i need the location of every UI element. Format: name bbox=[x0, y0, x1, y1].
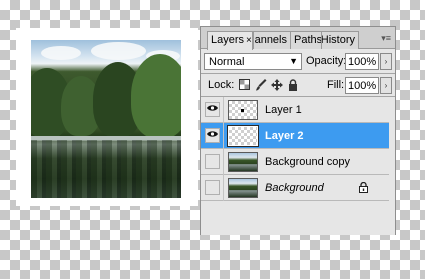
tab-paths-label: Paths bbox=[294, 34, 322, 46]
canvas-white-layer bbox=[16, 28, 198, 206]
layer-name: Layer 2 bbox=[265, 130, 304, 142]
fill-input[interactable]: 100% bbox=[345, 77, 379, 94]
chevron-down-icon: ▼ bbox=[289, 56, 298, 66]
lock-transparent-icon[interactable] bbox=[238, 78, 251, 91]
tab-history-label: History bbox=[321, 34, 355, 46]
link-column bbox=[223, 149, 224, 175]
tab-layers-label: Layers bbox=[211, 34, 245, 46]
layer-thumbnail bbox=[227, 125, 259, 147]
link-column bbox=[223, 97, 224, 123]
panel-tab-bar: Layers× Channels Paths History ▾≡ bbox=[201, 27, 395, 50]
cloud-shape bbox=[41, 46, 81, 60]
opacity-slider-button[interactable]: › bbox=[380, 53, 392, 70]
layers-list: Layer 1 Layer 2 Background copy Backgrou… bbox=[201, 97, 395, 235]
layer-thumbnail bbox=[228, 100, 258, 120]
layer-row-background-copy[interactable]: Background copy bbox=[201, 149, 395, 175]
tab-channels[interactable]: Channels bbox=[253, 31, 291, 49]
opacity-input[interactable]: 100% bbox=[345, 53, 379, 70]
eye-icon bbox=[207, 105, 218, 111]
blend-opacity-row: Normal ▼ Opacity: 100% › bbox=[201, 51, 395, 72]
tab-channels-label: Channels bbox=[254, 34, 287, 46]
close-icon[interactable]: × bbox=[246, 35, 252, 46]
visibility-toggle[interactable] bbox=[205, 102, 220, 117]
layers-scrollbar[interactable] bbox=[389, 97, 395, 235]
tab-paths[interactable]: Paths bbox=[290, 31, 322, 49]
layer-thumbnail bbox=[228, 178, 258, 198]
layer-name: Background bbox=[265, 182, 324, 194]
tree-shape bbox=[131, 54, 181, 138]
layer-thumbnail bbox=[228, 152, 258, 172]
lock-all-icon[interactable] bbox=[286, 78, 299, 91]
lock-brush-icon[interactable] bbox=[255, 78, 268, 91]
pixel-dot bbox=[241, 109, 244, 112]
visibility-toggle[interactable] bbox=[205, 128, 220, 143]
layer-row-layer-1[interactable]: Layer 1 bbox=[201, 97, 395, 123]
lake-photo bbox=[31, 40, 181, 198]
layer-row-layer-2[interactable]: Layer 2 bbox=[201, 123, 395, 149]
water-reflection bbox=[31, 140, 181, 198]
cloud-shape bbox=[91, 42, 146, 60]
layers-panel: Layers× Channels Paths History ▾≡ Normal… bbox=[200, 26, 396, 235]
tab-history[interactable]: History bbox=[321, 31, 359, 49]
link-column bbox=[223, 123, 224, 149]
opacity-label: Opacity: bbox=[306, 55, 347, 67]
panel-menu-icon[interactable]: ▾≡ bbox=[381, 33, 391, 44]
lock-fill-row: Lock: Fill: 100% › bbox=[201, 74, 395, 96]
lock-icon bbox=[359, 181, 368, 196]
blend-mode-value: Normal bbox=[209, 56, 245, 68]
eye-icon bbox=[207, 131, 218, 137]
lock-label: Lock: bbox=[208, 79, 235, 91]
layer-row-background[interactable]: Background bbox=[201, 175, 395, 201]
layer-name: Layer 1 bbox=[265, 104, 302, 116]
fill-label: Fill: bbox=[327, 79, 345, 91]
layer-name: Background copy bbox=[265, 156, 350, 168]
blend-mode-select[interactable]: Normal ▼ bbox=[204, 53, 302, 70]
visibility-toggle[interactable] bbox=[205, 180, 220, 195]
visibility-toggle[interactable] bbox=[205, 154, 220, 169]
fill-slider-button[interactable]: › bbox=[380, 77, 392, 94]
lock-position-icon[interactable] bbox=[270, 78, 283, 91]
link-column bbox=[223, 175, 224, 201]
tab-layers[interactable]: Layers × bbox=[207, 31, 253, 50]
